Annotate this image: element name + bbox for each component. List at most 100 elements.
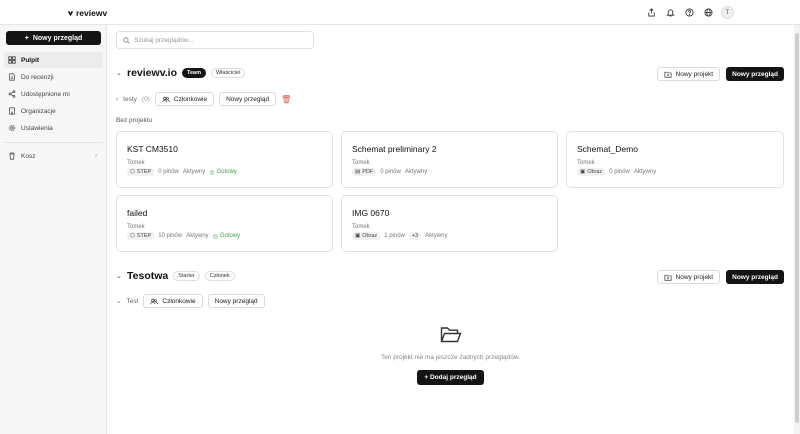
new-project-button[interactable]: Nowy projekt <box>656 270 721 284</box>
file-type-label: PDF <box>362 169 374 175</box>
org-header: ⌄ Tesotwa Starter Członek <box>116 270 235 282</box>
role-badge: Właściciel <box>210 68 246 78</box>
top-bar: reviewv T <box>0 0 800 25</box>
sidebar-item-trash[interactable]: Kosz › <box>4 148 103 164</box>
empty-state: Ten projekt nie ma jeszcze żadnych przeg… <box>107 326 794 385</box>
help-icon[interactable] <box>683 7 695 19</box>
review-status: Aktywny <box>182 169 206 175</box>
review-author: Tomek <box>577 160 595 166</box>
search-input[interactable]: Szukaj przeglądów... <box>116 31 314 49</box>
image-icon: ▣ <box>355 233 361 239</box>
check-circle-icon: ◎ <box>212 233 218 240</box>
review-card[interactable]: Schemat_Demo Tomek ▣ Obraz 0 pinów Aktywn… <box>566 131 784 188</box>
sidebar: + Nowy przegląd Pulpit Do recenzji Udost… <box>0 25 107 434</box>
review-title: IMG 0670 <box>352 208 390 218</box>
review-status: Aktywny <box>186 233 209 239</box>
review-author: Tomek <box>352 160 370 166</box>
new-project-label: Nowy projekt <box>675 273 714 281</box>
sidebar-item-label: Pulpit <box>21 56 40 64</box>
chevron-down-icon[interactable]: ⌄ <box>116 272 122 280</box>
review-title: KST CM3510 <box>127 144 178 154</box>
pin-count: 1 pinów <box>384 233 405 239</box>
review-card[interactable]: KST CM3510 Tomek ⬡ STEP 0 pinów Aktywny ◎… <box>116 131 333 188</box>
new-review-label: Nowy przegląd <box>732 70 778 78</box>
ready-status: Gotowy <box>219 233 241 239</box>
trash-icon[interactable]: 🗑 <box>281 95 291 104</box>
image-icon: ▣ <box>580 169 586 175</box>
file-type-chip: ⬡ STEP <box>127 232 155 240</box>
check-circle-icon: ◎ <box>209 169 215 176</box>
pin-count: 0 pinów <box>380 169 401 175</box>
chevron-down-icon[interactable]: ⌄ <box>116 69 122 77</box>
file-type-chip: ▣ Obraz <box>577 168 606 176</box>
new-review-button[interactable]: Nowy przegląd <box>726 270 784 284</box>
project-row: › testy (0) Członkowie Nowy przegląd 🗑 <box>116 92 291 106</box>
org-header: ⌄ reviewv.io Team Właściciel <box>116 67 246 79</box>
plan-badge: Starter <box>173 271 200 281</box>
review-card[interactable]: failed Tomek ⬡ STEP 10 pinów Aktywny ◎ Got… <box>116 195 333 252</box>
file-icon: ▤ <box>355 169 361 175</box>
empty-message: Ten projekt nie ma jeszcze żadnych przeg… <box>380 354 521 361</box>
cube-icon: ⬡ <box>130 169 135 175</box>
avatar[interactable]: T <box>721 6 734 19</box>
sidebar-item-settings[interactable]: Ustawienia <box>4 120 103 136</box>
users-icon <box>150 298 159 304</box>
folder-plus-icon <box>664 71 672 78</box>
scrollbar-thumb[interactable] <box>795 33 799 423</box>
review-card[interactable]: IMG 0670 Tomek ▣ Obraz 1 pinów +3 Aktywny <box>341 195 558 252</box>
cube-icon: ⬡ <box>130 233 135 239</box>
pin-count: 10 pinów <box>158 233 183 239</box>
project-name[interactable]: Test <box>126 298 138 305</box>
new-review-button[interactable]: Nowy przegląd <box>726 67 784 81</box>
sidebar-item-shared[interactable]: Udostępnione mi <box>4 86 103 102</box>
project-count: (0) <box>141 95 150 103</box>
file-type-label: Obraz <box>587 169 603 175</box>
members-button[interactable]: Członkowie <box>143 294 203 308</box>
project-new-review-button[interactable]: Nowy przegląd <box>219 92 277 106</box>
chevron-down-icon[interactable]: ⌄ <box>116 297 121 305</box>
trash-icon <box>9 152 15 160</box>
add-review-button[interactable]: + Dodaj przegląd <box>417 370 484 385</box>
new-review-label: Nowy przegląd <box>732 273 778 281</box>
project-new-review-button[interactable]: Nowy przegląd <box>207 294 265 308</box>
new-review-button[interactable]: + Nowy przegląd <box>6 31 101 45</box>
review-title: Schemat_Demo <box>577 144 638 154</box>
document-icon <box>9 73 15 81</box>
org-title: reviewv.io <box>127 67 177 79</box>
sidebar-item-to-review[interactable]: Do recenzji <box>4 69 103 85</box>
new-project-button[interactable]: Nowy projekt <box>656 67 721 81</box>
share-icon[interactable] <box>645 7 657 19</box>
review-card[interactable]: Schemat preliminary 2 Tomek ▤ PDF 0 pinów… <box>341 131 558 188</box>
new-review-label: Nowy przegląd <box>32 34 83 42</box>
review-title: Schemat preliminary 2 <box>352 144 437 154</box>
share-nodes-icon <box>8 90 16 98</box>
review-title: failed <box>127 208 148 218</box>
sidebar-item-label: Ustawienia <box>21 124 53 132</box>
sidebar-item-label: Kosz <box>21 152 36 160</box>
grid-icon <box>8 56 16 64</box>
sidebar-item-label: Do recenzji <box>21 73 54 81</box>
project-new-review-label: Nowy przegląd <box>226 95 270 103</box>
sidebar-item-label: Organizacje <box>21 107 56 115</box>
sidebar-item-organizations[interactable]: Organizacje <box>4 103 103 119</box>
file-type-chip: ▤ PDF <box>352 168 377 176</box>
section-label: Bez projektu <box>116 117 153 124</box>
plan-badge: Team <box>182 68 206 78</box>
chevron-right-icon[interactable]: › <box>116 96 118 103</box>
users-icon <box>162 96 170 102</box>
review-author: Tomek <box>127 224 145 230</box>
members-button[interactable]: Członkowie <box>154 92 215 106</box>
bell-icon[interactable] <box>664 7 676 19</box>
file-type-label: Obraz <box>362 233 378 239</box>
new-project-label: Nowy projekt <box>675 70 714 78</box>
globe-icon[interactable] <box>702 7 714 19</box>
project-name[interactable]: testy <box>123 96 137 103</box>
search-icon <box>123 36 130 44</box>
folder-plus-icon <box>664 274 672 281</box>
sidebar-item-dashboard[interactable]: Pulpit <box>4 52 103 68</box>
project-row: ⌄ Test Członkowie Nowy przegląd <box>116 294 265 308</box>
search-placeholder: Szukaj przeglądów... <box>134 36 194 44</box>
logo[interactable]: reviewv <box>67 8 107 18</box>
members-label: Członkowie <box>162 297 196 305</box>
extra-files-chip: +3 <box>408 232 422 240</box>
